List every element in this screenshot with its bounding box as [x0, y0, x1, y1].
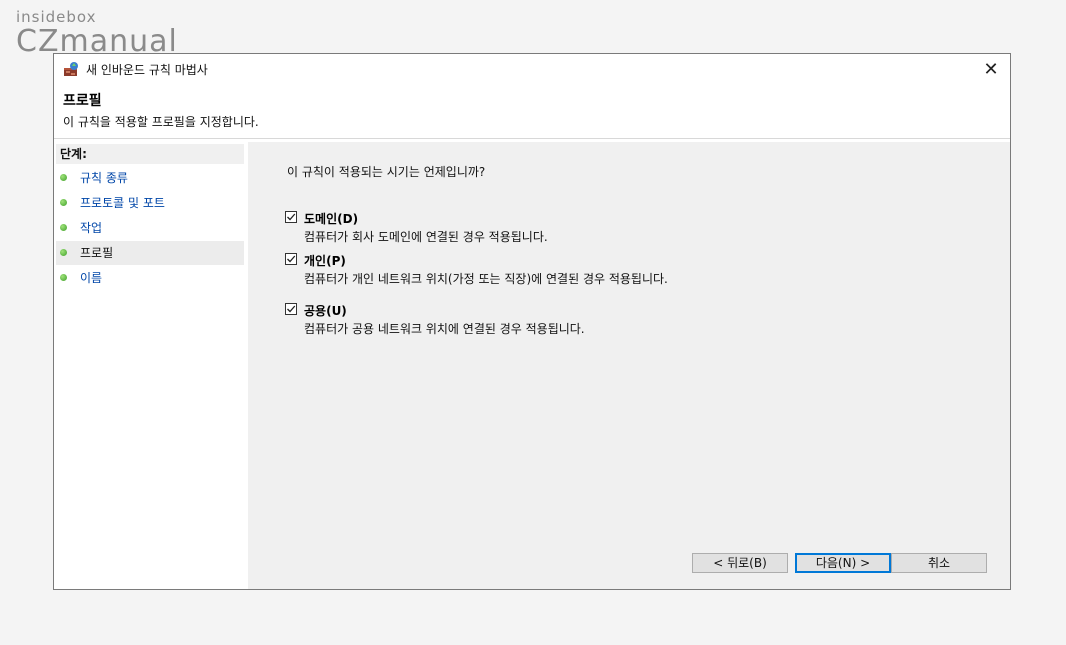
page-title: 프로필 [63, 93, 102, 109]
steps-pane: 단계: 규칙 종류 프로토콜 및 포트 작업 프로필 이름 [54, 142, 246, 589]
green-dot-icon [60, 224, 67, 231]
option-description: 컴퓨터가 개인 네트워크 위치(가정 또는 직장)에 연결된 경우 적용됩니다. [304, 272, 668, 286]
green-dot-icon [60, 174, 67, 181]
private-checkbox[interactable] [285, 253, 297, 265]
option-description: 컴퓨터가 회사 도메인에 연결된 경우 적용됩니다. [304, 230, 548, 244]
step-protocol-port[interactable]: 프로토콜 및 포트 [56, 191, 244, 215]
step-label: 프로토콜 및 포트 [80, 196, 165, 210]
step-name[interactable]: 이름 [56, 266, 244, 290]
cancel-button[interactable]: 취소 [891, 553, 987, 573]
window-title: 새 인바운드 규칙 마법사 [86, 63, 208, 77]
option-label: 도메인(D) [304, 212, 359, 226]
green-dot-icon [60, 249, 67, 256]
close-icon: ✕ [983, 58, 999, 80]
wizard-header: 프로필 이 규칙을 적용할 프로필을 지정합니다. [54, 84, 1010, 139]
question-text: 이 규칙이 적용되는 시기는 언제입니까? [287, 165, 486, 179]
checkmark-icon [287, 305, 296, 313]
wizard-window: 새 인바운드 규칙 마법사 ✕ 프로필 이 규칙을 적용할 프로필을 지정합니다… [53, 53, 1011, 590]
green-dot-icon [60, 199, 67, 206]
page-subtitle: 이 규칙을 적용할 프로필을 지정합니다. [63, 115, 259, 129]
steps-heading: 단계: [56, 144, 244, 164]
close-button[interactable]: ✕ [976, 56, 1006, 82]
domain-checkbox[interactable] [285, 211, 297, 223]
watermark: insidebox CZmanual [16, 8, 178, 57]
content-pane: 이 규칙이 적용되는 시기는 언제입니까? 도메인(D) 컴퓨터가 회사 도메인… [248, 142, 1010, 589]
step-action[interactable]: 작업 [56, 216, 244, 240]
header-divider [54, 138, 1010, 139]
step-label: 이름 [80, 271, 103, 285]
firewall-wizard-icon [62, 61, 80, 77]
step-rule-type[interactable]: 규칙 종류 [56, 166, 244, 190]
step-profile[interactable]: 프로필 [56, 241, 244, 265]
option-description: 컴퓨터가 공용 네트워크 위치에 연결된 경우 적용됩니다. [304, 322, 585, 336]
title-bar: 새 인바운드 규칙 마법사 ✕ [54, 54, 1010, 84]
checkmark-icon [287, 213, 296, 221]
option-label: 공용(U) [304, 304, 347, 318]
step-label: 작업 [80, 221, 103, 235]
public-checkbox[interactable] [285, 303, 297, 315]
next-button[interactable]: 다음(N) > [795, 553, 891, 573]
back-button[interactable]: < 뒤로(B) [692, 553, 788, 573]
checkmark-icon [287, 255, 296, 263]
option-label: 개인(P) [304, 254, 346, 268]
step-label: 규칙 종류 [80, 171, 128, 185]
step-label: 프로필 [80, 246, 114, 260]
green-dot-icon [60, 274, 67, 281]
